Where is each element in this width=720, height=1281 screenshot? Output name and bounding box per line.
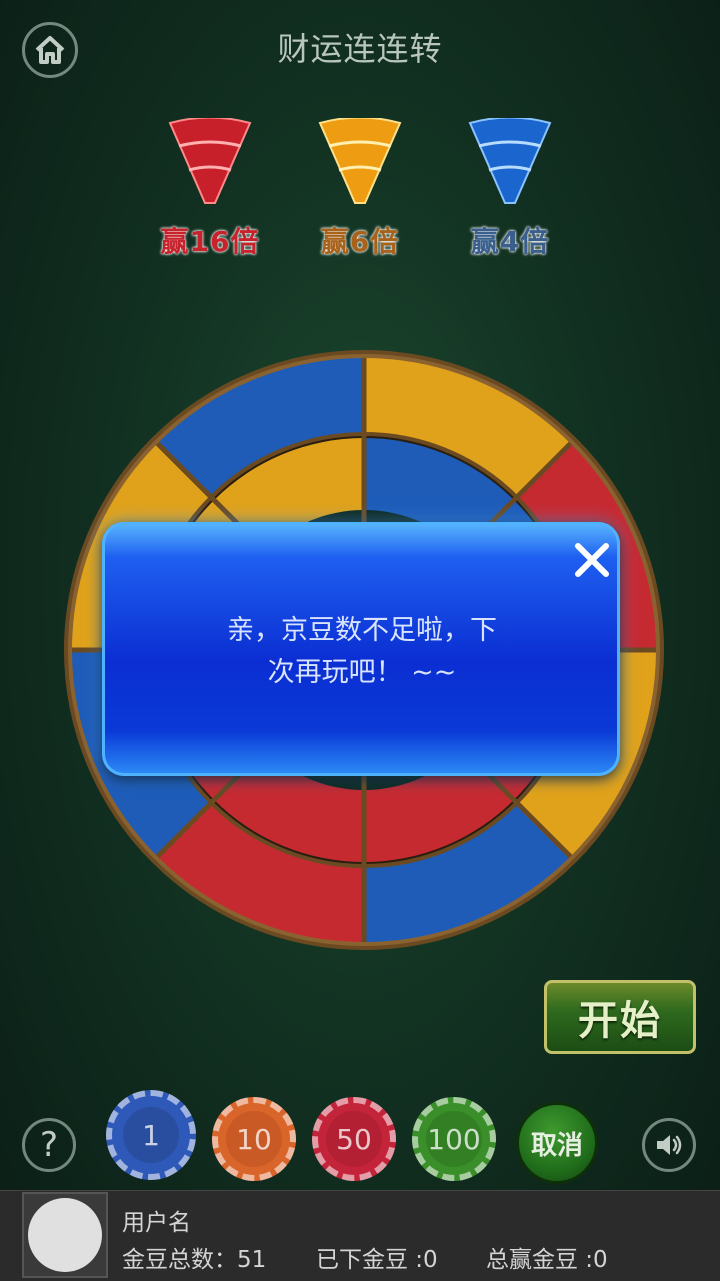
chip-100-label: 100 [427,1122,481,1156]
speaker-icon [657,1135,682,1155]
dialog-message-line1: 亲，京豆数不足啦，下 [227,615,497,646]
legend-label-6x: 赢6倍 [320,225,400,258]
page-title: 财运连连转 [277,30,443,68]
legend-orange: 赢6倍 [300,118,420,268]
avatar[interactable] [28,1198,102,1272]
sound-button[interactable] [642,1118,696,1172]
help-icon: ? [39,1125,59,1165]
cancel-button[interactable]: 取消 [516,1102,598,1184]
won-beans: 总赢金豆 :0 [486,1247,608,1273]
total-beans: 金豆总数：51 [122,1247,267,1273]
chip-100[interactable]: 100 [412,1097,496,1181]
start-button[interactable]: 开始 [544,980,696,1054]
chip-10-label: 10 [236,1122,272,1156]
blue-gem-icon [468,118,552,204]
insufficient-beans-dialog: 亲，京豆数不足啦，下 次再玩吧！ ~~ [102,522,620,776]
chip-1-label: 1 [142,1118,160,1152]
close-icon [575,543,609,577]
orange-gem-icon [318,118,402,204]
username: 用户名 [122,1210,191,1236]
legend-label-16x: 赢16倍 [160,225,260,258]
chip-1-inner: 1 [123,1107,179,1163]
legend-red: 赢16倍 [150,118,270,268]
dialog-message: 亲，京豆数不足啦，下 次再玩吧！ ~~ [172,610,552,694]
dialog-message-line2: 次再玩吧！ ~~ [267,657,457,688]
chip-10-inner: 10 [226,1111,282,1167]
help-button[interactable]: ? [22,1118,76,1172]
close-button[interactable] [572,540,612,580]
chip-1[interactable]: 1 [106,1090,196,1180]
red-gem-icon [168,118,252,204]
chip-100-inner: 100 [426,1111,482,1167]
legend-label-4x: 赢4倍 [470,225,550,258]
chip-50[interactable]: 50 [312,1097,396,1181]
chip-10[interactable]: 10 [212,1097,296,1181]
legend-blue: 赢4倍 [450,118,570,268]
bet-beans: 已下金豆 :0 [316,1247,438,1273]
chip-50-label: 50 [336,1122,372,1156]
chip-50-inner: 50 [326,1111,382,1167]
